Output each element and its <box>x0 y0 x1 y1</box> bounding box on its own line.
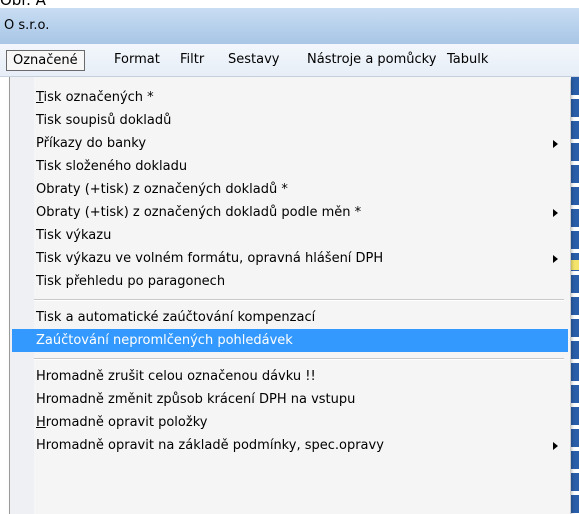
menu-item-label: Hromadně opravit na základě podmínky, sp… <box>36 438 384 453</box>
menu-item-label: Tisk označených * <box>36 90 154 105</box>
menu-item-label: Tisk složeného dokladu <box>36 159 188 174</box>
menu-item[interactable]: Tisk výkazu <box>12 224 568 247</box>
menu-item-label: Tisk přehledu po paragonech <box>36 274 226 289</box>
menu-separator <box>34 299 564 301</box>
window-title: O s.r.o. <box>4 18 50 33</box>
menu-nastroje-a-pomucky[interactable]: Nástroje a pomůcky <box>301 49 442 70</box>
background-strip <box>571 77 579 514</box>
submenu-arrow-icon <box>553 255 558 263</box>
menu-item[interactable]: Hromadně opravit položky <box>12 411 568 434</box>
menu-item-label: Obraty (+tisk) z označených dokladů * <box>36 182 288 197</box>
menu-item[interactable]: Zaúčtování nepromlčených pohledávek <box>12 329 568 352</box>
menu-item-label: Tisk soupisů dokladů <box>36 113 172 128</box>
menu-item[interactable]: Hromadně opravit na základě podmínky, sp… <box>12 434 568 457</box>
figure-caption: Obr. A <box>0 0 46 9</box>
menu-item[interactable]: Obraty (+tisk) z označených dokladů * <box>12 178 568 201</box>
menu-filtr[interactable]: Filtr <box>174 49 210 70</box>
menu-item-label: Tisk výkazu ve volném formátu, opravná h… <box>36 251 384 266</box>
menu-item-label: Zaúčtování nepromlčených pohledávek <box>36 333 293 348</box>
submenu-arrow-icon <box>553 209 558 217</box>
menu-item[interactable]: Tisk složeného dokladu <box>12 155 568 178</box>
menu-item-label: Hromadně změnit způsob krácení DPH na vs… <box>36 392 356 407</box>
window-titlebar: O s.r.o. <box>0 8 579 44</box>
menu-item-label: Hromadně opravit položky <box>36 415 208 430</box>
submenu-arrow-icon <box>553 140 558 148</box>
menu-item[interactable]: Obraty (+tisk) z označených dokladů podl… <box>12 201 568 224</box>
submenu-arrow-icon <box>553 442 558 450</box>
menu-item[interactable]: Tisk přehledu po paragonech <box>12 270 568 293</box>
menu-sestavy[interactable]: Sestavy <box>222 49 285 70</box>
menu-item-label: Příkazy do banky <box>36 136 147 151</box>
menu-item[interactable]: Tisk a automatické zaúčtování kompenzací <box>12 306 568 329</box>
menu-item[interactable]: Příkazy do banky <box>12 132 568 155</box>
menu-item-label: Tisk a automatické zaúčtování kompenzací <box>36 310 316 325</box>
menu-item[interactable]: Tisk výkazu ve volném formátu, opravná h… <box>12 247 568 270</box>
menu-tabulky[interactable]: Tabulk <box>441 49 494 70</box>
dropdown-menu: Tisk označených * Tisk soupisů dokladů Pří… <box>9 77 570 514</box>
background-yellow-mark <box>571 260 579 270</box>
menu-item-label: Obraty (+tisk) z označených dokladů podl… <box>36 205 362 220</box>
menu-bar: Označené Format Filtr Sestavy Nástroje a… <box>0 44 579 77</box>
menu-separator <box>34 358 564 360</box>
menu-item-label: Hromadně zrušit celou označenou dávku !! <box>36 369 316 384</box>
menu-item[interactable]: Tisk označených * <box>12 86 568 109</box>
menu-oznacene[interactable]: Označené <box>6 50 85 71</box>
menu-item[interactable]: Tisk soupisů dokladů <box>12 109 568 132</box>
menu-item[interactable]: Hromadně změnit způsob krácení DPH na vs… <box>12 388 568 411</box>
menu-item[interactable]: Hromadně zrušit celou označenou dávku !! <box>12 365 568 388</box>
menu-item-label: Tisk výkazu <box>36 228 112 243</box>
menu-format[interactable]: Format <box>108 49 166 70</box>
